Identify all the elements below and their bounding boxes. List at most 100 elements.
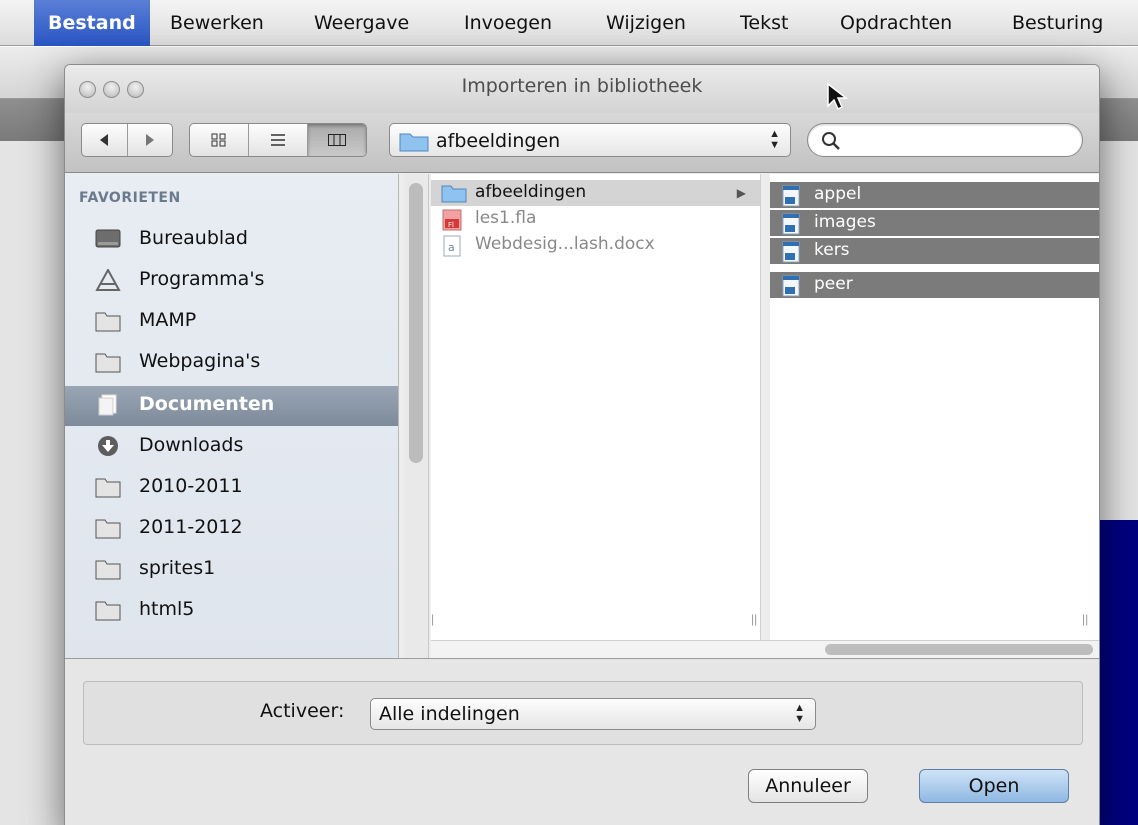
flash-file-icon: Fl: [442, 209, 462, 231]
sidebar-item-2011-2012[interactable]: 2011-2012: [65, 509, 398, 549]
popup-arrows-icon: ▲ ▼: [769, 128, 780, 151]
browser-column-2: appel images kers peer ||: [770, 174, 1099, 640]
sidebar-item-label: Webpagina's: [139, 350, 261, 372]
browser-column-1: afbeeldingen ▶ Fl les1.fla a Webdesig...…: [431, 174, 761, 640]
format-select[interactable]: Alle indelingen ▲ ▼: [370, 698, 816, 730]
image-file-icon: [782, 185, 800, 207]
sidebar-item-html5[interactable]: html5: [65, 591, 398, 631]
current-folder-label: afbeeldingen: [436, 130, 561, 152]
sidebar-item-downloads[interactable]: Downloads: [65, 427, 398, 467]
svg-text:Fl: Fl: [448, 221, 454, 229]
icon-view-button[interactable]: [190, 124, 249, 156]
forward-arrow-icon: [145, 134, 154, 146]
menu-wijzigen[interactable]: Wijzigen: [592, 0, 700, 46]
sidebar-item-programmas[interactable]: Programma's: [65, 261, 398, 301]
list-item-les1-fla[interactable]: Fl les1.fla: [431, 206, 760, 232]
word-document-icon: a: [443, 235, 461, 257]
sidebar-item-2010-2011[interactable]: 2010-2011: [65, 468, 398, 508]
column-resize-grip[interactable]: |: [431, 612, 434, 626]
back-button[interactable]: [82, 124, 128, 156]
menu-weergave[interactable]: Weergave: [300, 0, 423, 46]
file-name: appel: [814, 184, 862, 204]
menu-bewerken[interactable]: Bewerken: [156, 0, 278, 46]
folder-icon: [95, 519, 121, 539]
menu-tekst[interactable]: Tekst: [726, 0, 802, 46]
sidebar-item-webpaginas[interactable]: Webpagina's: [65, 343, 398, 383]
dialog-toolbar: afbeeldingen ▲ ▼: [65, 113, 1099, 173]
folder-icon: [95, 312, 121, 332]
column-resize-grip[interactable]: ||: [1082, 612, 1088, 626]
folder-icon: [399, 133, 429, 152]
forward-button[interactable]: [128, 124, 173, 156]
cancel-button[interactable]: Annuleer: [748, 769, 868, 803]
list-item-images[interactable]: images: [770, 210, 1099, 236]
menu-invoegen[interactable]: Invoegen: [450, 0, 566, 46]
format-label: Activeer:: [260, 700, 345, 722]
sidebar: FAVORIETEN Bureaublad Programma's MAMP W…: [65, 174, 399, 658]
sidebar-item-label: 2011-2012: [139, 516, 243, 538]
search-field[interactable]: [807, 123, 1083, 157]
menu-besturing[interactable]: Besturing: [998, 0, 1117, 46]
sidebar-scroll-thumb[interactable]: [409, 183, 423, 463]
file-name: Webdesig...lash.docx: [475, 234, 655, 254]
sidebar-item-label: html5: [139, 598, 195, 620]
list-view-button[interactable]: [249, 124, 308, 156]
folder-icon: [95, 353, 121, 373]
view-mode-control: [189, 123, 367, 157]
sidebar-item-label: MAMP: [139, 309, 197, 331]
documents-icon: [98, 394, 117, 416]
list-view-icon: [271, 134, 285, 146]
sidebar-item-label: Programma's: [139, 268, 265, 290]
sidebar-item-documenten[interactable]: Documenten: [65, 386, 398, 426]
dialog-title: Importeren in bibliotheek: [461, 75, 703, 97]
sidebar-item-label: 2010-2011: [139, 475, 243, 497]
file-name: kers: [814, 240, 850, 260]
column-view-button[interactable]: [308, 124, 366, 156]
list-item-kers[interactable]: kers: [770, 238, 1099, 264]
image-file-icon: [782, 213, 800, 235]
folder-icon: [95, 560, 121, 580]
sidebar-item-label: Documenten: [139, 393, 275, 415]
column-resize-grip[interactable]: ||: [751, 612, 757, 626]
menu-bar: Bestand Bewerken Weergave Invoegen Wijzi…: [0, 0, 1138, 46]
back-arrow-icon: [100, 134, 109, 146]
file-name: images: [814, 212, 876, 232]
search-icon: [822, 132, 840, 150]
open-button[interactable]: Open: [919, 769, 1069, 803]
dialog-footer: Activeer: Alle indelingen ▲ ▼ Annuleer Op…: [65, 658, 1099, 825]
menu-bestand[interactable]: Bestand: [34, 0, 150, 46]
list-item-appel[interactable]: appel: [770, 182, 1099, 208]
sidebar-item-sprites1[interactable]: sprites1: [65, 550, 398, 590]
desktop-icon: [95, 229, 121, 248]
list-item-afbeeldingen[interactable]: afbeeldingen ▶: [431, 180, 760, 206]
popup-arrows-icon: ▲ ▼: [794, 702, 805, 725]
horizontal-scroll-thumb[interactable]: [825, 644, 1093, 655]
import-dialog: Importeren in bibliotheek afbeeldingen ▲…: [64, 64, 1100, 825]
folder-icon: [441, 185, 467, 203]
list-item-peer[interactable]: peer: [770, 272, 1099, 298]
format-select-value: Alle indelingen: [379, 703, 520, 725]
downloads-icon: [98, 436, 118, 456]
format-options-box: Activeer: Alle indelingen ▲ ▼: [83, 681, 1083, 745]
mouse-cursor-icon: [827, 82, 848, 111]
file-name: les1.fla: [475, 208, 537, 228]
sidebar-item-mamp[interactable]: MAMP: [65, 302, 398, 342]
list-item-webdesign-docx[interactable]: a Webdesig...lash.docx: [431, 232, 760, 258]
folder-icon: [95, 601, 121, 621]
sidebar-item-label: sprites1: [139, 557, 216, 579]
disclosure-arrow-icon: ▶: [736, 186, 746, 200]
stage-canvas: [1096, 520, 1138, 825]
nav-buttons: [81, 123, 173, 157]
icon-view-icon: [211, 133, 226, 147]
image-file-icon: [782, 275, 800, 297]
column-view-icon: [328, 134, 346, 146]
image-file-icon: [782, 241, 800, 263]
svg-text:a: a: [448, 241, 455, 254]
folder-path-popup[interactable]: afbeeldingen ▲ ▼: [389, 123, 791, 157]
folder-icon: [95, 478, 121, 498]
sidebar-item-label: Bureaublad: [139, 227, 248, 249]
sidebar-item-bureaublad[interactable]: Bureaublad: [65, 220, 398, 260]
sidebar-heading: FAVORIETEN: [79, 190, 181, 206]
menu-opdrachten[interactable]: Opdrachten: [826, 0, 966, 46]
sidebar-item-label: Downloads: [139, 434, 244, 456]
